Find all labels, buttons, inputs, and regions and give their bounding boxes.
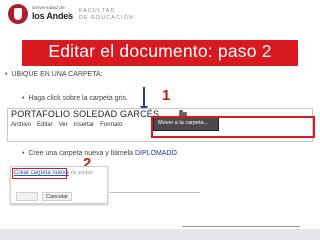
arrow-down-shaft xyxy=(143,87,145,108)
unidad-label: mi unidad xyxy=(71,170,93,176)
faculty-line-2: DE EDUCACIÓN xyxy=(79,15,135,21)
bullet-create-folder-highlight: DIPLOMADO. xyxy=(134,150,179,157)
menu-insertar[interactable]: Insertar xyxy=(74,122,94,128)
cancel-button[interactable]: Cancelar xyxy=(42,192,72,201)
docs-screenshot-folder: PORTAFOLIO SOLEDAD GARCÉS Archivo Editar… xyxy=(7,108,315,142)
dialog-divider xyxy=(110,192,200,193)
bullet-ubique: • UBIQUE EN UNA CARPETA: xyxy=(5,71,103,78)
bullet-create-folder-text: Cree una carpeta nueva y llámela xyxy=(28,150,135,157)
docs-menu-bar: Archivo Editar Ver Insertar Formato xyxy=(11,122,122,128)
move-here-button[interactable] xyxy=(16,192,38,201)
chevron-right-icon: › xyxy=(67,6,72,22)
new-folder-dialog-screenshot: Crear carpeta nueva mi unidad Cancelar xyxy=(10,166,108,204)
university-logo xyxy=(8,4,28,24)
bullet-click-folder-text: Haga click sobre la carpeta gris. xyxy=(28,95,128,102)
document-title: PORTAFOLIO SOLEDAD GARCÉS xyxy=(11,109,160,119)
menu-archivo[interactable]: Archivo xyxy=(11,122,31,128)
footer-bar xyxy=(0,229,320,240)
step-marker-1: 1 xyxy=(162,87,171,104)
menu-formato[interactable]: Formato xyxy=(100,122,122,128)
bullet-create-folder: • Cree una carpeta nueva y llámela DIPLO… xyxy=(22,150,179,157)
menu-editar[interactable]: Editar xyxy=(37,122,53,128)
menu-ver[interactable]: Ver xyxy=(59,122,68,128)
bullet-click-folder: • Haga click sobre la carpeta gris. xyxy=(22,95,128,102)
slide-title: Editar el documento: paso 2 xyxy=(48,41,272,61)
highlight-frame-2 xyxy=(12,168,67,179)
university-small-label: Universidad de xyxy=(32,5,65,10)
footer-rule xyxy=(182,226,300,227)
highlight-frame-1 xyxy=(151,116,315,138)
faculty-line-1: FACULTAD xyxy=(79,8,116,14)
bullet-ubique-text: UBIQUE EN UNA CARPETA: xyxy=(11,71,103,78)
